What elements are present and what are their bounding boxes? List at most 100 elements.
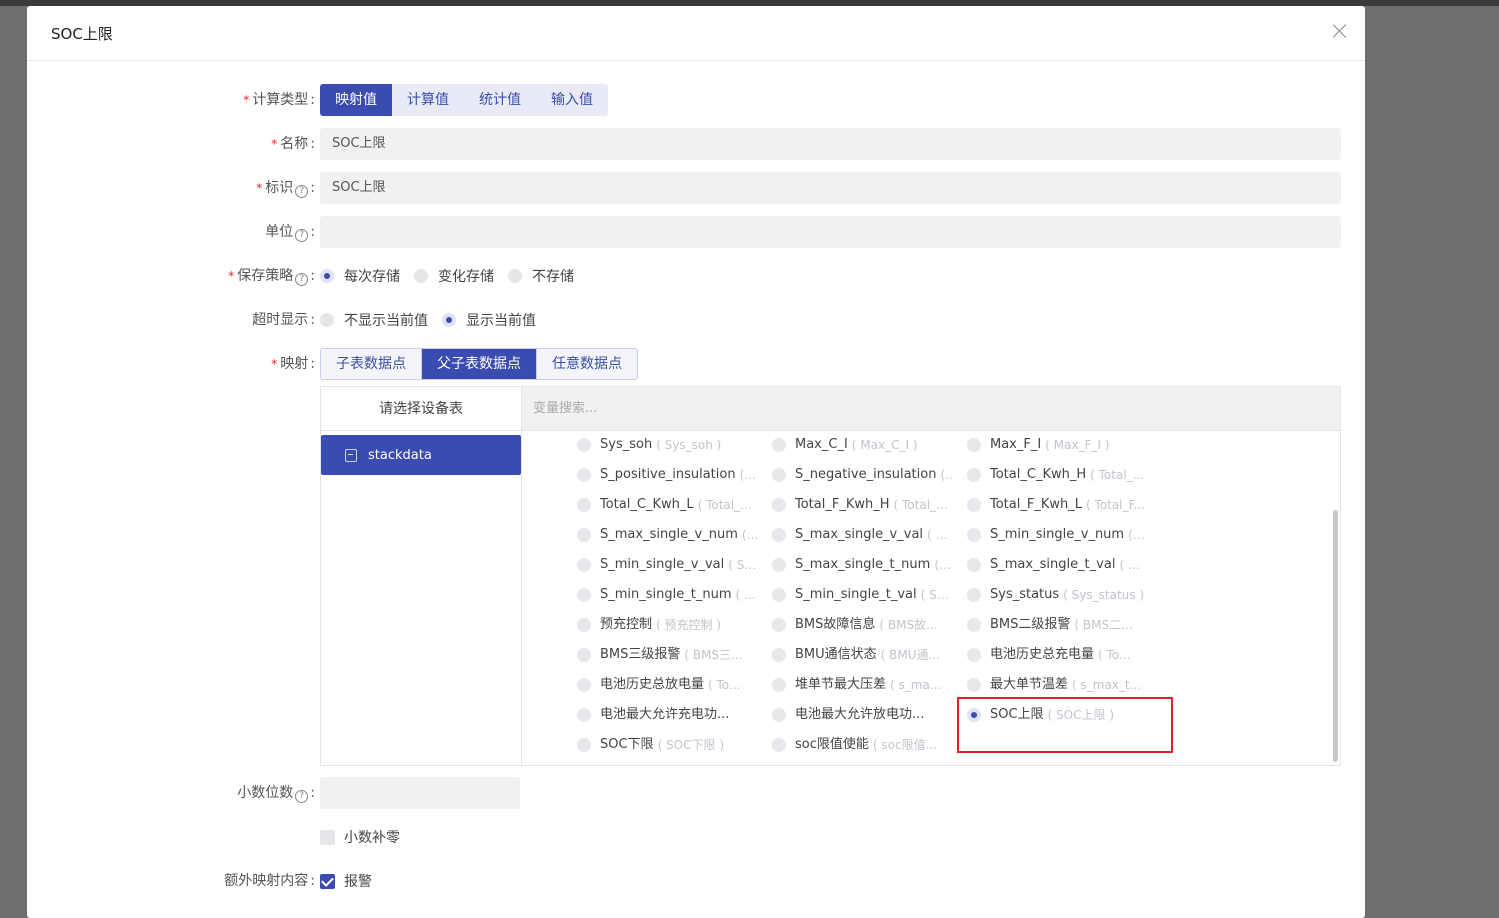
variable-alias: ( S... (927, 528, 952, 542)
radio-unchecked-icon (967, 618, 981, 632)
radio-unchecked-icon (967, 468, 981, 482)
variable-option[interactable]: Total_F_Kwh_L( Total_F... (967, 494, 1147, 516)
variable-alias: ( ... (741, 528, 757, 542)
dialog-header: SOC上限 (27, 6, 1365, 61)
variable-option[interactable]: S_min_single_v_num( ... (967, 524, 1147, 546)
variable-name: S_min_single_t_num (600, 587, 732, 602)
tab-child-table-points[interactable]: 子表数据点 (321, 349, 421, 379)
variable-option[interactable]: BMS二级报警( BMS二... (967, 614, 1147, 636)
variable-option[interactable]: S_max_single_t_val( S_... (967, 554, 1147, 576)
tab-parent-child-table-points[interactable]: 父子表数据点 (421, 349, 536, 379)
name-input[interactable]: SOC上限 (320, 128, 1341, 160)
unit-input[interactable] (320, 216, 1341, 248)
dialog-title: SOC上限 (51, 25, 113, 43)
close-icon[interactable] (1331, 22, 1349, 40)
variable-alias: ( Total_F... (1085, 498, 1145, 512)
help-icon[interactable]: ? (295, 790, 309, 803)
tab-any-points[interactable]: 任意数据点 (536, 349, 637, 379)
timeout-display-row: 超时显示: 不显示当前值 显示当前值 (27, 304, 1365, 336)
radio-unchecked-icon (772, 588, 786, 602)
identifier-row: * 标识?: SOC上限 (27, 172, 1365, 204)
variable-option[interactable]: Total_F_Kwh_H( Total_F... (772, 494, 952, 516)
variable-alias: ( BMS二... (1074, 618, 1133, 632)
save-on-change-radio[interactable]: 变化存储 (414, 266, 494, 286)
decimals-input[interactable] (320, 777, 520, 809)
variable-name: BMS二级报警 (990, 617, 1071, 632)
variable-option[interactable]: 电池最大允许放电功... (772, 704, 952, 726)
radio-unchecked-icon (772, 678, 786, 692)
show-current-value-radio[interactable]: 显示当前值 (442, 310, 536, 330)
radio-unchecked-icon (772, 558, 786, 572)
radio-unchecked-icon (577, 708, 591, 722)
variable-list-scrollbar[interactable] (1333, 510, 1338, 762)
variable-option[interactable]: Sys_soh( Sys_soh ) (577, 434, 757, 456)
radio-unchecked-icon (577, 648, 591, 662)
calc-type-segment: 映射值 计算值 统计值 输入值 (320, 84, 608, 116)
variable-option[interactable]: 电池历史总充电量( To... (967, 644, 1147, 666)
variable-picker: 请选择设备表 stackdata 变量搜索... Sys_soh( Sys_so… (320, 386, 1341, 766)
radio-checked-icon (442, 313, 456, 327)
variable-option[interactable]: S_min_single_v_val( S_... (577, 554, 757, 576)
variable-option[interactable]: S_max_single_t_num( ... (772, 554, 952, 576)
variable-option[interactable]: 电池最大允许充电功... (577, 704, 757, 726)
variable-name: Total_C_Kwh_H (990, 467, 1087, 482)
variable-option[interactable]: BMS三级报警( BMS三... (577, 644, 757, 666)
radio-unchecked-icon (508, 269, 522, 283)
variable-option[interactable]: soc限值使能( soc限值... (772, 734, 952, 756)
variable-option[interactable]: Sys_status( Sys_status ) (967, 584, 1147, 606)
variable-alias: ( S_... (728, 558, 757, 572)
mapping-row: * 映射: 子表数据点 父子表数据点 任意数据点 (27, 348, 1365, 380)
alarm-checkbox[interactable]: 报警 (320, 865, 372, 897)
selected-variable-highlight (957, 697, 1173, 753)
calc-type-statistic-button[interactable]: 统计值 (464, 84, 536, 116)
table-icon (345, 448, 357, 462)
variable-option[interactable]: S_negative_insulation(... (772, 464, 952, 486)
variable-option[interactable]: 预充控制( 预充控制 ) (577, 614, 757, 636)
identifier-input[interactable]: SOC上限 (320, 172, 1341, 204)
variable-name: Total_F_Kwh_L (990, 497, 1082, 512)
unit-row: 单位?: (27, 216, 1365, 248)
variable-option[interactable]: BMS故障信息( BMS故... (772, 614, 952, 636)
variable-option[interactable]: Total_C_Kwh_L( Total_C... (577, 494, 757, 516)
calc-type-input-button[interactable]: 输入值 (536, 84, 608, 116)
variable-option[interactable]: Max_F_I( Max_F_I ) (967, 434, 1147, 456)
variable-option[interactable]: S_max_single_v_num( ... (577, 524, 757, 546)
hide-current-value-radio[interactable]: 不显示当前值 (320, 310, 428, 330)
soc-upper-limit-dialog: SOC上限 * 计算类型: 映射值 计算值 统计值 输入值 * 名称: SOC上限 … (27, 6, 1365, 918)
help-icon[interactable]: ? (295, 185, 309, 198)
variable-search-input[interactable]: 变量搜索... (522, 387, 1340, 431)
help-icon[interactable]: ? (295, 273, 309, 286)
no-save-radio[interactable]: 不存储 (508, 266, 574, 286)
checkbox-unchecked-icon (320, 829, 335, 845)
variable-name: 堆单节最大压差 (795, 677, 887, 692)
zero-pad-checkbox[interactable]: 小数补零 (320, 821, 400, 853)
variable-alias: ( S_... (920, 588, 952, 602)
variable-alias: ( To... (1098, 648, 1131, 662)
variable-option[interactable]: S_min_single_t_num( ... (577, 584, 757, 606)
variable-name: S_negative_insulation (795, 467, 937, 482)
variable-name: 最大单节温差 (990, 677, 1069, 692)
save-every-radio[interactable]: 每次存储 (320, 266, 400, 286)
variable-alias: ( ... (735, 588, 756, 602)
variable-name: Sys_status (990, 587, 1060, 602)
variable-option[interactable]: S_positive_insulation( ... (577, 464, 757, 486)
radio-unchecked-icon (967, 558, 981, 572)
help-icon[interactable]: ? (295, 229, 309, 242)
radio-unchecked-icon (772, 618, 786, 632)
radio-unchecked-icon (577, 438, 591, 452)
variable-alias: ( SOC下限 ) (657, 738, 724, 752)
variable-option[interactable]: 最大单节温差( s_max_t... (967, 674, 1147, 696)
variable-option[interactable]: S_min_single_t_val( S_... (772, 584, 952, 606)
variable-alias: ( Max_F_I ) (1045, 438, 1110, 452)
calc-type-mapped-button[interactable]: 映射值 (320, 84, 392, 116)
variable-option[interactable]: 堆单节最大压差( s_ma... (772, 674, 952, 696)
variable-option[interactable]: Total_C_Kwh_H( Total_... (967, 464, 1147, 486)
variable-option[interactable]: Max_C_I( Max_C_I ) (772, 434, 952, 456)
variable-option[interactable]: 电池历史总放电量( To... (577, 674, 757, 696)
variable-option[interactable]: BMU通信状态( BMU通... (772, 644, 952, 666)
variable-option[interactable]: SOC下限( SOC下限 ) (577, 734, 757, 756)
device-table-item[interactable]: stackdata (321, 435, 521, 475)
variable-name: S_max_single_v_val (795, 527, 924, 542)
calc-type-computed-button[interactable]: 计算值 (392, 84, 464, 116)
variable-option[interactable]: S_max_single_v_val( S... (772, 524, 952, 546)
